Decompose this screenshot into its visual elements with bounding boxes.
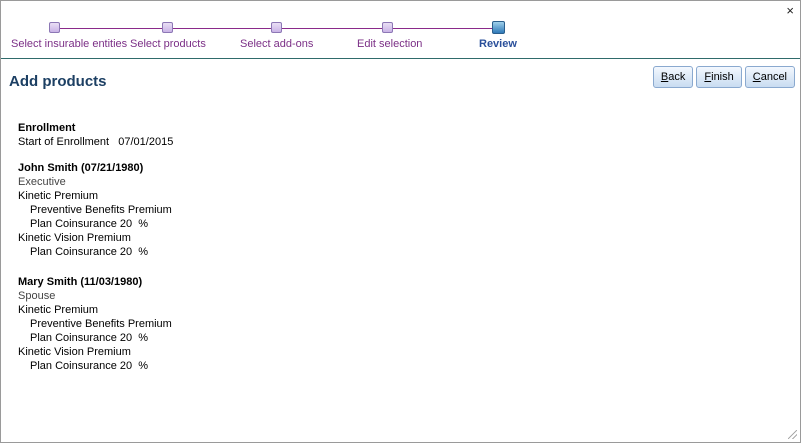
- product-name: Kinetic Premium: [18, 304, 99, 316]
- enrollment-title: Enrollment: [18, 122, 76, 134]
- member-name: Mary Smith (11/03/1980): [18, 276, 143, 288]
- member-role: Executive: [18, 176, 66, 188]
- wizard-dialog: × Select insurable entities Select produ…: [0, 0, 801, 443]
- enrollment-start-value: 07/01/2015: [118, 136, 174, 148]
- cancel-button-label: ancel: [760, 71, 787, 83]
- enrollment-start-row: Start of Enrollment 07/01/2015: [18, 135, 173, 149]
- product-name: Kinetic Vision Premium: [18, 232, 131, 244]
- back-button-mnemonic: B: [660, 71, 669, 83]
- step-label-select-products[interactable]: Select products: [130, 38, 206, 50]
- action-buttons: Back Finish Cancel: [652, 66, 795, 88]
- member-role: Spouse: [18, 290, 56, 302]
- step-dot-review[interactable]: [492, 21, 505, 34]
- product-name: Kinetic Vision Premium: [18, 346, 131, 358]
- step-label-review[interactable]: Review: [479, 38, 517, 50]
- step-dot-edit-selection[interactable]: [382, 22, 393, 33]
- product-line: Preventive Benefits Premium: [30, 204, 172, 216]
- product-name: Kinetic Premium: [18, 190, 99, 202]
- cancel-button-mnemonic: C: [752, 71, 761, 83]
- step-dot-select-entities[interactable]: [49, 22, 60, 33]
- enrollment-start-label: Start of Enrollment: [18, 136, 110, 148]
- back-button[interactable]: Back: [652, 66, 694, 88]
- back-button-label: ack: [668, 71, 686, 83]
- finish-button-mnemonic: F: [704, 71, 712, 83]
- step-dot-select-products[interactable]: [162, 22, 173, 33]
- step-label-edit-selection[interactable]: Edit selection: [357, 38, 422, 50]
- page-title: Add products: [9, 73, 107, 90]
- product-line: Plan Coinsurance 20 %: [30, 332, 149, 344]
- review-summary: Enrollment Start of Enrollment 07/01/201…: [18, 121, 173, 373]
- finish-button-label: inish: [711, 71, 734, 83]
- step-dot-select-addons[interactable]: [271, 22, 282, 33]
- product-line: Plan Coinsurance 20 %: [30, 246, 149, 258]
- wizard-stepper: Select insurable entities Select product…: [1, 1, 800, 57]
- product-line: Plan Coinsurance 20 %: [30, 360, 149, 372]
- step-label-select-addons[interactable]: Select add-ons: [240, 38, 313, 50]
- header-divider: [1, 58, 800, 59]
- cancel-button[interactable]: Cancel: [744, 66, 795, 88]
- step-label-select-entities[interactable]: Select insurable entities: [11, 38, 127, 50]
- product-line: Preventive Benefits Premium: [30, 318, 172, 330]
- resize-grip-icon[interactable]: [788, 430, 797, 439]
- member-name: John Smith (07/21/1980): [18, 162, 144, 174]
- product-line: Plan Coinsurance 20 %: [30, 218, 149, 230]
- finish-button[interactable]: Finish: [696, 66, 742, 88]
